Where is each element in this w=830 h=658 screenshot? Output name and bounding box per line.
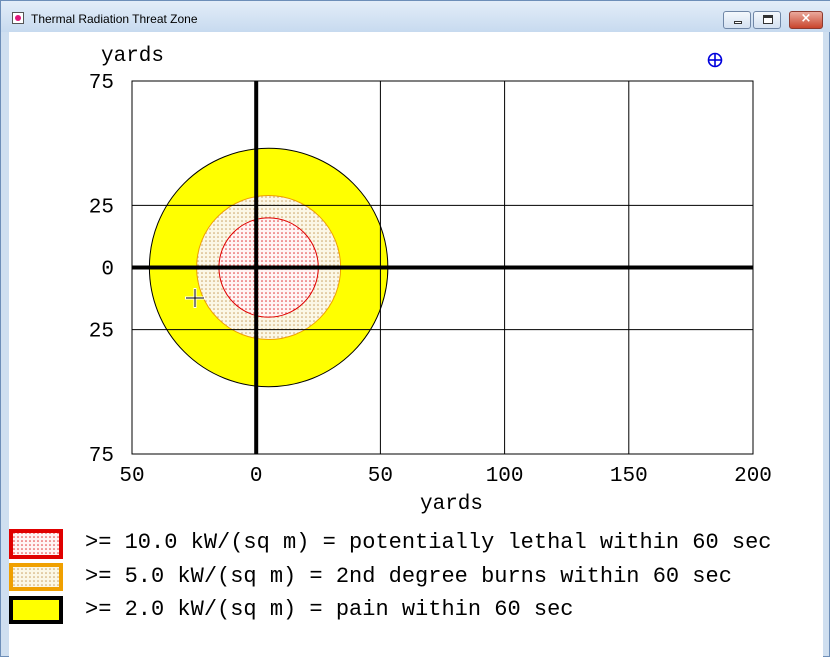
legend-item-burns: >= 5.0 kW/(sq m) = 2nd degree burns with… — [9, 563, 732, 591]
y-tick-label: 75 — [89, 72, 114, 95]
x-axis-label: yards — [420, 493, 483, 516]
legend-label-pain: >= 2.0 kW/(sq m) = pain within 60 sec — [85, 597, 573, 622]
app-icon[interactable] — [12, 12, 24, 24]
y-tick-label: 25 — [89, 321, 114, 344]
x-tick-label: 0 — [250, 465, 263, 488]
x-tick-label: 50 — [119, 465, 144, 488]
legend-swatch-burns — [9, 563, 63, 591]
y-tick-label: 25 — [89, 196, 114, 219]
x-tick-label: 150 — [610, 465, 648, 488]
window-title: Thermal Radiation Threat Zone — [31, 12, 198, 26]
app-window: Thermal Radiation Threat Zone × 50 0 50 100… — [0, 0, 830, 658]
threat-zone-chart: 50 0 50 100 150 200 75 25 0 25 75 yards yards >= 1… — [9, 45, 772, 624]
legend-swatch-lethal — [9, 529, 63, 559]
legend-item-pain: >= 2.0 kW/(sq m) = pain within 60 sec — [9, 596, 573, 624]
maximize-icon — [763, 15, 773, 24]
y-tick-label: 0 — [101, 259, 114, 282]
y-axis-label: yards — [101, 45, 164, 68]
legend-swatch-pain — [9, 596, 63, 624]
legend-label-lethal: >= 10.0 kW/(sq m) = potentially lethal w… — [85, 530, 772, 555]
circle-plus-marker-icon[interactable] — [707, 52, 723, 68]
maximize-button[interactable] — [753, 11, 781, 29]
title-bar[interactable]: Thermal Radiation Threat Zone × — [1, 1, 830, 32]
y-tick-label: 75 — [89, 445, 114, 468]
chart-canvas-area: 50 0 50 100 150 200 75 25 0 25 75 yards yards >= 1… — [9, 32, 823, 658]
x-tick-label: 50 — [368, 465, 393, 488]
x-tick-label: 200 — [734, 465, 772, 488]
close-button[interactable]: × — [789, 11, 823, 29]
close-icon: × — [800, 11, 812, 26]
x-tick-label: 100 — [486, 465, 524, 488]
minimize-icon — [734, 21, 742, 24]
legend-label-burns: >= 5.0 kW/(sq m) = 2nd degree burns with… — [85, 564, 732, 589]
legend: >= 10.0 kW/(sq m) = potentially lethal w… — [9, 529, 772, 624]
legend-item-lethal: >= 10.0 kW/(sq m) = potentially lethal w… — [9, 529, 772, 559]
minimize-button[interactable] — [723, 11, 751, 29]
